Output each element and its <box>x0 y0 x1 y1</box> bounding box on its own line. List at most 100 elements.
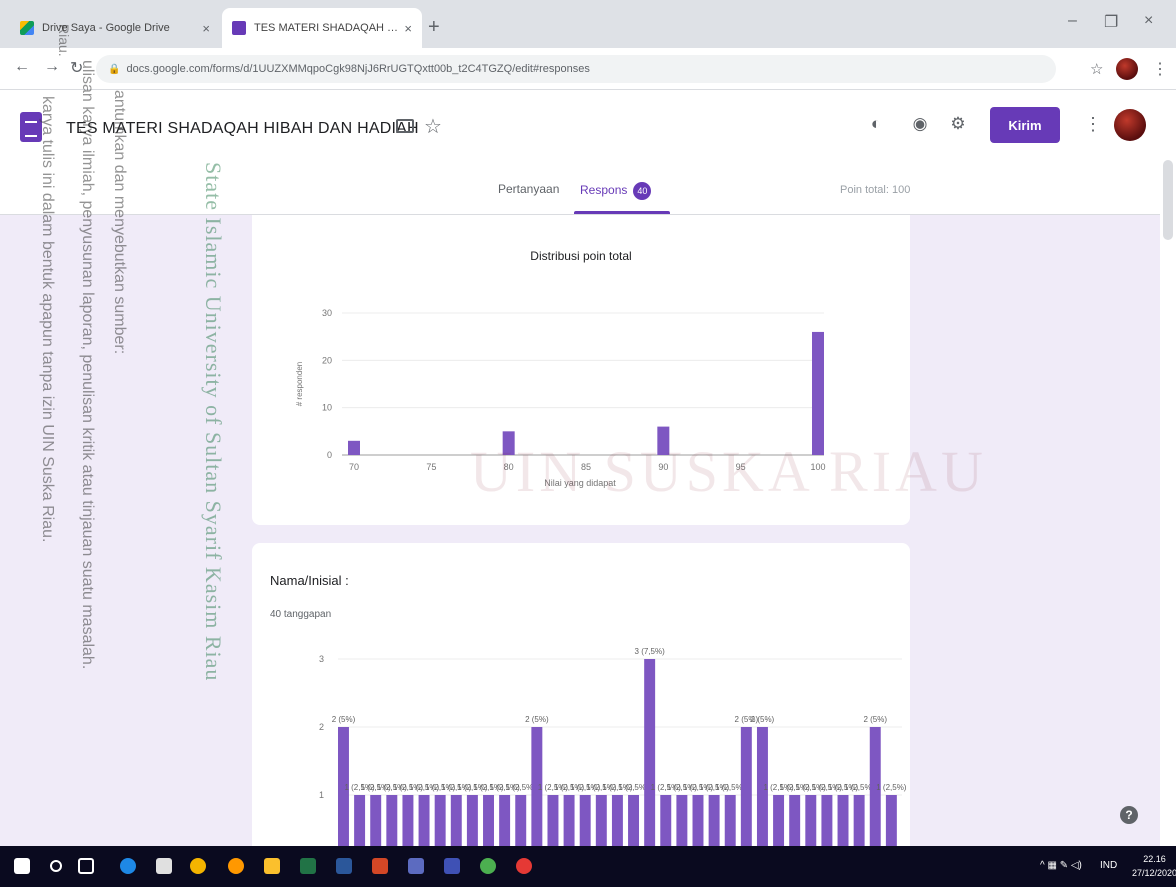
y-tick-label: 30 <box>322 308 332 318</box>
tab-forms[interactable]: TES MATERI SHADAQAH HIBAH DAN HADIAH × <box>222 8 422 48</box>
bar <box>348 440 360 455</box>
data-label: 3 (7,5%) <box>635 647 666 656</box>
word-icon[interactable] <box>336 858 352 874</box>
bar <box>812 331 824 455</box>
folder-icon[interactable] <box>396 119 414 133</box>
minimize-button[interactable]: – <box>1068 12 1077 30</box>
reload-icon[interactable]: ↻ <box>70 58 83 78</box>
app2-icon[interactable] <box>444 858 460 874</box>
explorer-icon[interactable] <box>264 858 280 874</box>
bar <box>657 426 670 455</box>
lock-icon: 🔒 <box>108 63 121 75</box>
bar <box>531 727 543 863</box>
scrollbar-thumb[interactable] <box>1163 160 1173 240</box>
search-icon[interactable] <box>50 860 62 872</box>
more-icon[interactable]: ⋮ <box>1084 114 1102 135</box>
restore-button[interactable]: ❐ <box>1104 12 1118 32</box>
y-tick-label: 20 <box>322 355 332 365</box>
url-input[interactable]: 🔒 docs.google.com/forms/d/1UUZXMMqpoCgk9… <box>96 55 1056 83</box>
help-icon[interactable]: ? <box>1120 806 1138 824</box>
forms-header: TES MATERI SHADAQAH HIBAH DAN HADIAH ☆ ◐… <box>0 90 1176 215</box>
app-icon[interactable] <box>190 858 206 874</box>
data-label: 1 (2,5%) <box>876 783 907 792</box>
language-indicator[interactable]: IND <box>1100 860 1117 871</box>
windows-taskbar: ^ ▦ ✎ ◁) IND 22.16 27/12/2020 <box>0 846 1176 887</box>
browser-tab-bar: Drive Saya - Google Drive × TES MATERI S… <box>0 0 1176 48</box>
tab-questions[interactable]: Pertanyaan <box>498 182 559 196</box>
form-title[interactable]: TES MATERI SHADAQAH HIBAH DAN HADIAH <box>66 120 419 138</box>
drive-icon <box>20 21 34 35</box>
y-tick-label: 3 <box>319 654 324 664</box>
x-tick-label: 75 <box>426 462 436 472</box>
data-label: 2 (5%) <box>863 715 887 724</box>
x-tick-label: 70 <box>349 462 359 472</box>
y-tick-label: 0 <box>327 450 332 460</box>
edge-icon[interactable] <box>120 858 136 874</box>
x-axis-label: Nilai yang didapat <box>544 478 616 488</box>
bar <box>502 431 515 455</box>
url-text: docs.google.com/forms/d/1UUZXMMqpoCgk98N… <box>126 63 590 75</box>
bookmark-star-icon[interactable]: ☆ <box>1090 60 1103 78</box>
forward-icon[interactable]: → <box>44 58 60 76</box>
clock[interactable]: 22.16 27/12/2020 <box>1132 852 1176 880</box>
x-tick-label: 100 <box>810 462 825 472</box>
close-tab-icon[interactable]: × <box>404 21 412 36</box>
new-tab-button[interactable]: + <box>428 16 440 39</box>
close-window-button[interactable]: × <box>1144 12 1153 30</box>
star-icon[interactable]: ☆ <box>424 114 442 139</box>
chrome-icon[interactable] <box>480 858 496 874</box>
clock-date: 27/12/2020 <box>1132 868 1176 878</box>
x-tick-label: 85 <box>581 462 591 472</box>
gear-icon[interactable]: ⚙ <box>948 114 968 134</box>
profile-avatar[interactable] <box>1116 58 1138 80</box>
tab-google-drive[interactable]: Drive Saya - Google Drive × <box>10 8 220 48</box>
excel-icon[interactable] <box>300 858 316 874</box>
store-icon[interactable] <box>156 858 172 874</box>
y-tick-label: 1 <box>319 790 324 800</box>
watermark-university: State Islamic University of Sultan Syari… <box>201 162 226 682</box>
powerpoint-icon[interactable] <box>372 858 388 874</box>
name-question-card: Nama/Inisial : 40 tanggapan 1232 (5%) 1 (… <box>252 543 910 873</box>
close-tab-icon[interactable]: × <box>202 21 210 36</box>
address-bar-row: ← → ↻ 🔒 docs.google.com/forms/d/1UUZXMMq… <box>0 48 1176 90</box>
active-tab-indicator <box>574 211 670 214</box>
x-tick-label: 90 <box>658 462 668 472</box>
data-label: 2 (5%) <box>332 715 356 724</box>
eye-icon[interactable]: ◉ <box>910 114 930 134</box>
browser-menu-icon[interactable]: ⋮ <box>1152 59 1168 79</box>
account-avatar[interactable] <box>1114 109 1146 141</box>
firefox-icon[interactable] <box>228 858 244 874</box>
points-total: Poin total: 100 <box>840 184 911 196</box>
task-view-icon[interactable] <box>78 858 94 874</box>
forms-icon <box>232 21 246 35</box>
responses-count-badge: 40 <box>633 182 652 200</box>
bar <box>740 727 752 863</box>
tab-responses[interactable]: Respons 40 <box>580 182 652 200</box>
data-label: 2 (5%) <box>751 715 775 724</box>
x-tick-label: 95 <box>736 462 746 472</box>
send-button[interactable]: Kirim <box>990 107 1060 143</box>
bar <box>338 727 349 863</box>
y-tick-label: 2 <box>319 722 324 732</box>
points-distribution-card: Distribusi poin total 0 10 20 30 70 75 80 85 90 9… <box>252 215 910 525</box>
clock-time: 22.16 <box>1143 854 1166 864</box>
bar <box>756 727 768 863</box>
publisher-icon[interactable] <box>408 858 424 874</box>
name-responses-chart: 1232 (5%)1 (2,5%)1 (2,5%)1 (2,5%)1 (2,5%… <box>319 647 907 863</box>
forms-logo-icon[interactable] <box>20 112 42 142</box>
form-tabs: Pertanyaan Respons 40 Poin total: 100 <box>0 168 1176 214</box>
tray-icons[interactable]: ^ ▦ ✎ ◁) <box>1040 860 1082 871</box>
tab-responses-label: Respons <box>580 183 628 198</box>
bar <box>869 727 881 863</box>
y-tick-label: 10 <box>322 403 332 413</box>
points-distribution-chart: 0 10 20 30 70 75 80 85 90 95 100 Nilai yang didapat… <box>295 308 826 488</box>
y-axis-label: # responden <box>295 362 304 406</box>
bar <box>644 659 656 863</box>
data-label: 2 (5%) <box>525 715 549 724</box>
chrome-active-icon[interactable] <box>516 858 532 874</box>
windows-start-icon[interactable] <box>14 858 30 874</box>
x-tick-label: 80 <box>504 462 514 472</box>
back-icon[interactable]: ← <box>14 58 30 76</box>
tab-title: TES MATERI SHADAQAH HIBAH DAN HADIAH <box>254 22 399 34</box>
palette-icon[interactable]: ◐ <box>866 114 886 134</box>
